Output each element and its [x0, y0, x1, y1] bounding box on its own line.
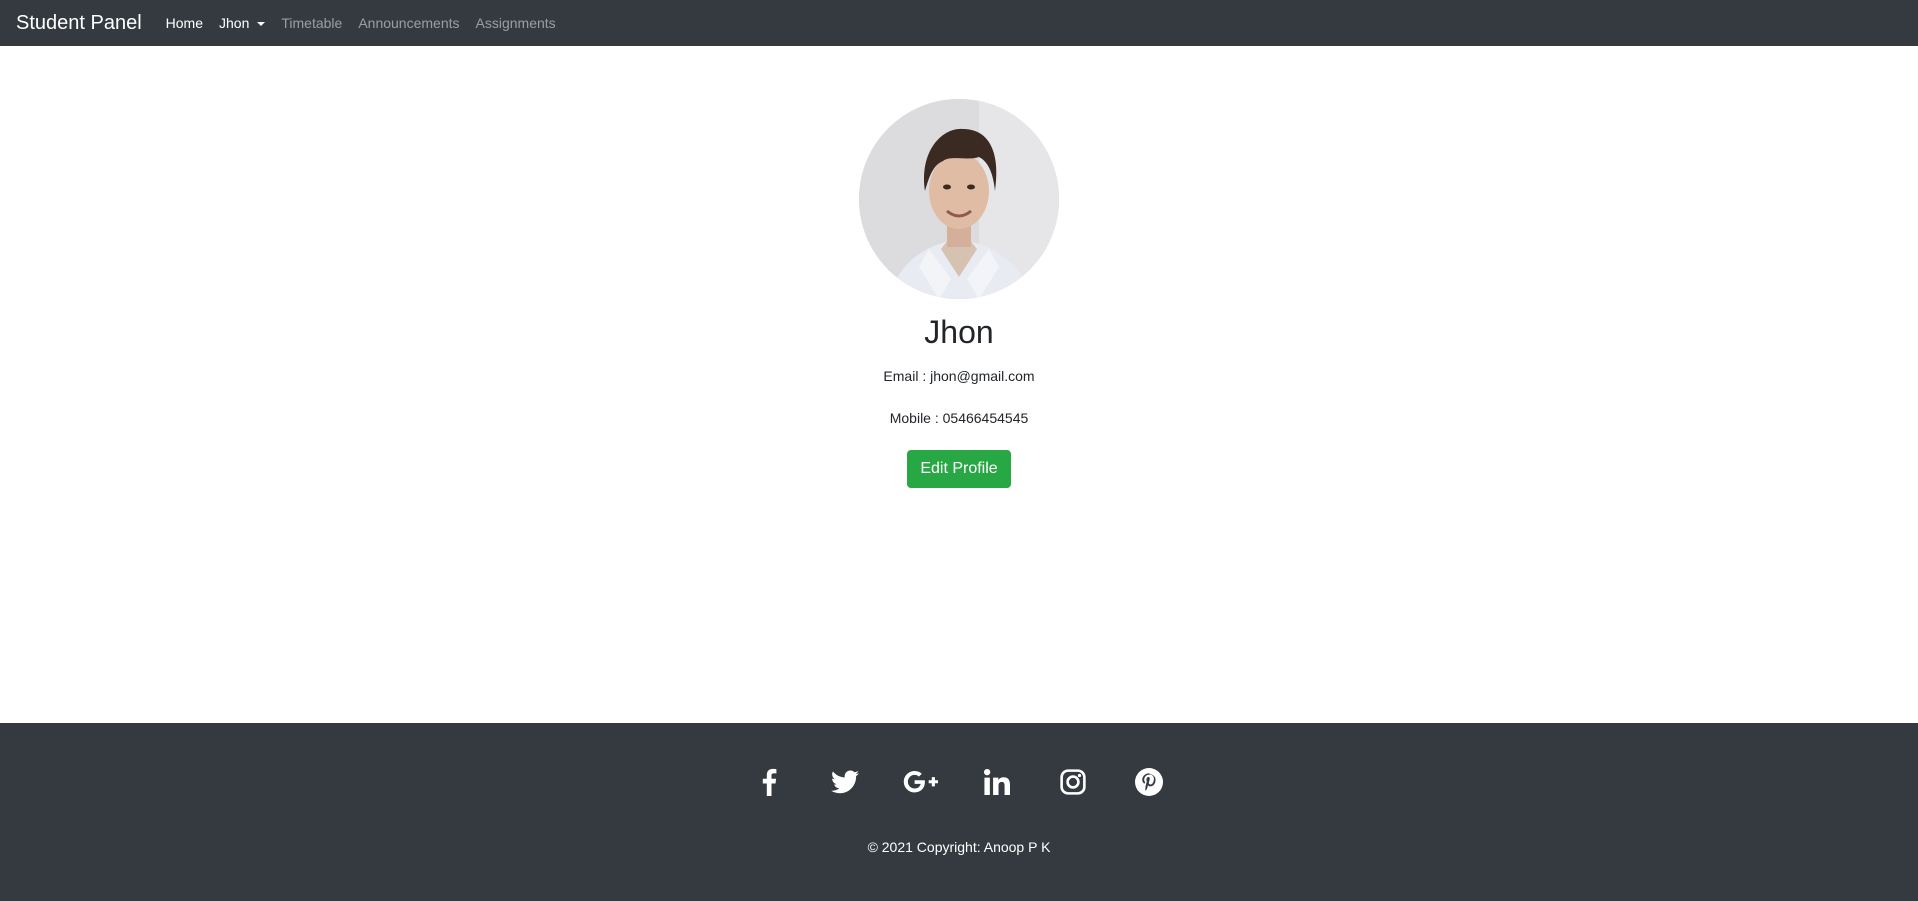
instagram-icon[interactable] [1054, 763, 1092, 801]
profile-section: Jhon Email : jhon@gmail.com Mobile : 054… [0, 46, 1918, 489]
pinterest-icon[interactable] [1130, 763, 1168, 801]
linkedin-icon[interactable] [978, 763, 1016, 801]
footer: © 2021 Copyright: Anoop P K [0, 723, 1918, 901]
facebook-icon[interactable] [750, 763, 788, 801]
brand-link[interactable]: Student Panel [16, 13, 142, 33]
social-links [0, 763, 1918, 801]
avatar [859, 99, 1059, 299]
caret-down-icon [257, 21, 266, 26]
nav-user-dropdown[interactable]: Jhon [219, 15, 266, 31]
nav-home[interactable]: Home [166, 15, 203, 31]
nav-announcements[interactable]: Announcements [358, 15, 459, 31]
top-navbar: Student Panel Home Jhon Timetable Announ… [0, 0, 1918, 46]
copyright-text: © 2021 Copyright: Anoop P K [867, 839, 1051, 855]
profile-mobile: Mobile : 05466454545 [889, 410, 1029, 427]
profile-name: Jhon [924, 314, 994, 350]
edit-profile-button[interactable]: Edit Profile [907, 450, 1011, 489]
profile-email: Email : jhon@gmail.com [883, 368, 1035, 385]
nav-user-label: Jhon [219, 15, 250, 31]
nav-timetable[interactable]: Timetable [281, 15, 342, 31]
twitter-icon[interactable] [826, 763, 864, 801]
nav-assignments[interactable]: Assignments [476, 15, 556, 31]
google-plus-icon[interactable] [902, 763, 940, 801]
